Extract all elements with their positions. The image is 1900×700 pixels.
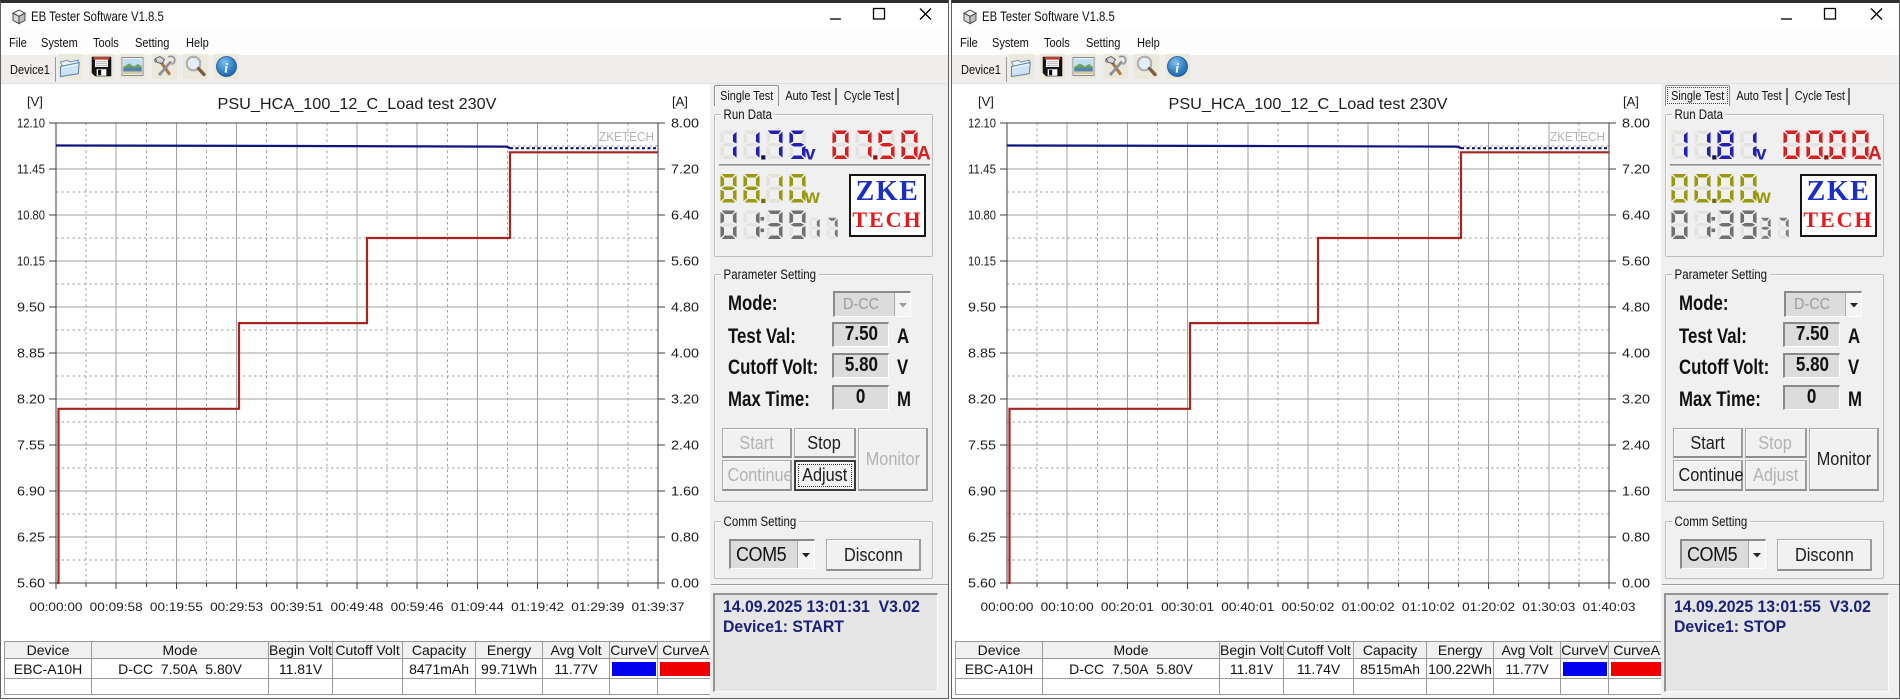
svg-text:A: A <box>917 144 931 165</box>
svg-text:10.80: 10.80 <box>968 209 996 223</box>
svg-text:5.60: 5.60 <box>17 577 45 591</box>
svg-text:01:39:37: 01:39:37 <box>632 600 685 614</box>
svg-text:6.40: 6.40 <box>671 209 699 223</box>
svg-text:7.20: 7.20 <box>1622 163 1650 177</box>
svg-text:8.20: 8.20 <box>17 393 45 407</box>
svg-text:6.25: 6.25 <box>968 531 996 545</box>
svg-text:v: v <box>1756 144 1767 165</box>
svg-text:01:10:02: 01:10:02 <box>1402 600 1455 614</box>
svg-text:A: A <box>1868 144 1882 165</box>
svg-text:[V]: [V] <box>978 94 994 109</box>
svg-text:0.80: 0.80 <box>1622 531 1650 545</box>
svg-text:01:09:44: 01:09:44 <box>451 600 504 614</box>
svg-text:5.60: 5.60 <box>1622 255 1650 269</box>
svg-text:4.00: 4.00 <box>1622 347 1650 361</box>
svg-text:6.90: 6.90 <box>17 485 45 499</box>
svg-text:8.00: 8.00 <box>1622 117 1650 131</box>
svg-text:PSU_HCA_100_12_C_Load test 230: PSU_HCA_100_12_C_Load test 230V <box>1169 96 1448 113</box>
svg-text:0.80: 0.80 <box>671 531 699 545</box>
svg-text:00:19:55: 00:19:55 <box>150 600 203 614</box>
svg-text:01:20:02: 01:20:02 <box>1462 600 1515 614</box>
svg-text:01:40:03: 01:40:03 <box>1583 600 1636 614</box>
svg-text:4.80: 4.80 <box>671 301 699 315</box>
svg-text:6.90: 6.90 <box>968 485 996 499</box>
svg-text:10.15: 10.15 <box>17 255 45 269</box>
svg-text:00:00:00: 00:00:00 <box>30 600 83 614</box>
svg-text:1.60: 1.60 <box>671 485 699 499</box>
svg-text:00:29:53: 00:29:53 <box>210 600 263 614</box>
svg-text:8.85: 8.85 <box>17 347 45 361</box>
svg-text:6.40: 6.40 <box>1622 209 1650 223</box>
svg-text:7.55: 7.55 <box>17 439 45 453</box>
svg-text:01:00:02: 01:00:02 <box>1342 600 1395 614</box>
svg-text:00:39:51: 00:39:51 <box>270 600 323 614</box>
svg-text:8.20: 8.20 <box>968 393 996 407</box>
svg-text:i: i <box>1175 62 1179 77</box>
svg-text:6.25: 6.25 <box>17 531 45 545</box>
svg-text:2.40: 2.40 <box>1622 439 1650 453</box>
svg-text:11.45: 11.45 <box>968 163 996 177</box>
svg-text:ZKETECH: ZKETECH <box>599 130 654 144</box>
svg-text:w: w <box>1755 187 1771 208</box>
svg-text:w: w <box>804 187 820 208</box>
svg-text:[A]: [A] <box>672 94 688 109</box>
svg-text:8.00: 8.00 <box>671 117 699 131</box>
svg-text:00:30:01: 00:30:01 <box>1161 600 1214 614</box>
svg-text:00:00:00: 00:00:00 <box>981 600 1034 614</box>
svg-text:8.85: 8.85 <box>968 347 996 361</box>
svg-text:1.60: 1.60 <box>1622 485 1650 499</box>
svg-text:00:40:01: 00:40:01 <box>1221 600 1274 614</box>
svg-text:10.80: 10.80 <box>17 209 45 223</box>
svg-text:01:19:42: 01:19:42 <box>511 600 564 614</box>
svg-text:5.60: 5.60 <box>968 577 996 591</box>
svg-text:i: i <box>224 62 228 77</box>
svg-text:2.40: 2.40 <box>671 439 699 453</box>
svg-text:7.20: 7.20 <box>671 163 699 177</box>
svg-text:PSU_HCA_100_12_C_Load test 230: PSU_HCA_100_12_C_Load test 230V <box>218 96 497 113</box>
svg-text:ZKETECH: ZKETECH <box>1550 130 1605 144</box>
svg-text:9.50: 9.50 <box>17 301 45 315</box>
svg-text:00:20:01: 00:20:01 <box>1101 600 1154 614</box>
svg-text:12.10: 12.10 <box>17 117 45 131</box>
svg-text:00:50:02: 00:50:02 <box>1282 600 1335 614</box>
svg-text:01:30:03: 01:30:03 <box>1522 600 1575 614</box>
svg-text:[A]: [A] <box>1623 94 1639 109</box>
svg-text:3.20: 3.20 <box>1622 393 1650 407</box>
svg-text:0.00: 0.00 <box>671 577 699 591</box>
svg-text:3.20: 3.20 <box>671 393 699 407</box>
svg-text:01:29:39: 01:29:39 <box>571 600 624 614</box>
svg-text:00:59:46: 00:59:46 <box>391 600 444 614</box>
svg-text:10.15: 10.15 <box>968 255 996 269</box>
svg-text:12.10: 12.10 <box>968 117 996 131</box>
svg-text:v: v <box>805 144 816 165</box>
svg-text:9.50: 9.50 <box>968 301 996 315</box>
svg-text:4.00: 4.00 <box>671 347 699 361</box>
svg-text:11.45: 11.45 <box>17 163 45 177</box>
svg-text:00:09:58: 00:09:58 <box>90 600 143 614</box>
svg-text:7.55: 7.55 <box>968 439 996 453</box>
svg-text:4.80: 4.80 <box>1622 301 1650 315</box>
svg-text:[V]: [V] <box>27 94 43 109</box>
svg-text:00:10:00: 00:10:00 <box>1041 600 1094 614</box>
svg-text:0.00: 0.00 <box>1622 577 1650 591</box>
svg-text:5.60: 5.60 <box>671 255 699 269</box>
svg-text:00:49:48: 00:49:48 <box>331 600 384 614</box>
